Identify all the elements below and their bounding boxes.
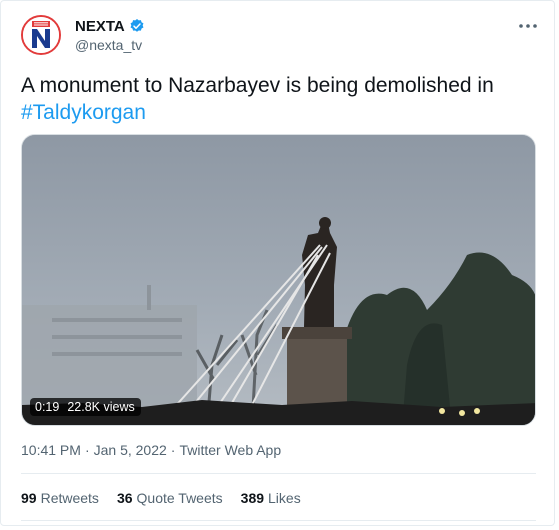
video-duration: 0:19: [30, 398, 65, 416]
divider: [21, 473, 536, 474]
quote-tweets-label: Quote Tweets: [136, 490, 223, 506]
likes-label: Likes: [268, 490, 301, 506]
divider-bottom: [21, 520, 536, 521]
likes-count: 389: [240, 490, 265, 506]
video-info-badge: 0:19 22.8K views: [30, 397, 141, 417]
quote-tweets-stat[interactable]: 36 Quote Tweets: [117, 490, 223, 506]
video-views: 22.8K views: [64, 398, 141, 416]
tweet-source-app[interactable]: Twitter Web App: [179, 442, 281, 458]
hashtag-link[interactable]: #Taldykorgan: [21, 101, 146, 124]
display-name[interactable]: NEXTA: [75, 18, 125, 35]
retweets-stat[interactable]: 99 Retweets: [21, 490, 99, 506]
tweet-date[interactable]: Jan 5, 2022: [94, 442, 167, 458]
tweet-text-body: A monument to Nazarbayev is being demoli…: [21, 74, 494, 97]
quote-tweets-count: 36: [116, 490, 133, 506]
account-handle[interactable]: @nexta_tv: [75, 37, 142, 53]
retweets-label: Retweets: [40, 490, 99, 506]
likes-stat[interactable]: 389 Likes: [241, 490, 301, 506]
tweet-meta: 10:41 PM · Jan 5, 2022 · Twitter Web App: [21, 442, 281, 458]
avatar[interactable]: [21, 15, 61, 55]
tweet-text: A monument to Nazarbayev is being demoli…: [21, 72, 541, 126]
tweet-time[interactable]: 10:41 PM: [21, 442, 81, 458]
verified-badge-icon: [129, 18, 145, 34]
nexta-logo-icon: [23, 17, 59, 53]
tweet-stats: 99 Retweets 36 Quote Tweets 389 Likes: [21, 490, 301, 506]
tweet-card: NEXTA @nexta_tv A monument to Nazarbayev…: [0, 0, 555, 526]
more-dots-icon: [519, 24, 537, 28]
retweets-count: 99: [21, 490, 37, 506]
video-thumbnail: [22, 135, 535, 425]
more-options-button[interactable]: [513, 14, 543, 38]
author-name-row: NEXTA: [75, 16, 145, 36]
tweet-video[interactable]: 0:19 22.8K views: [21, 134, 536, 426]
meta-separator: ·: [84, 442, 90, 458]
meta-separator-2: ·: [170, 442, 176, 458]
